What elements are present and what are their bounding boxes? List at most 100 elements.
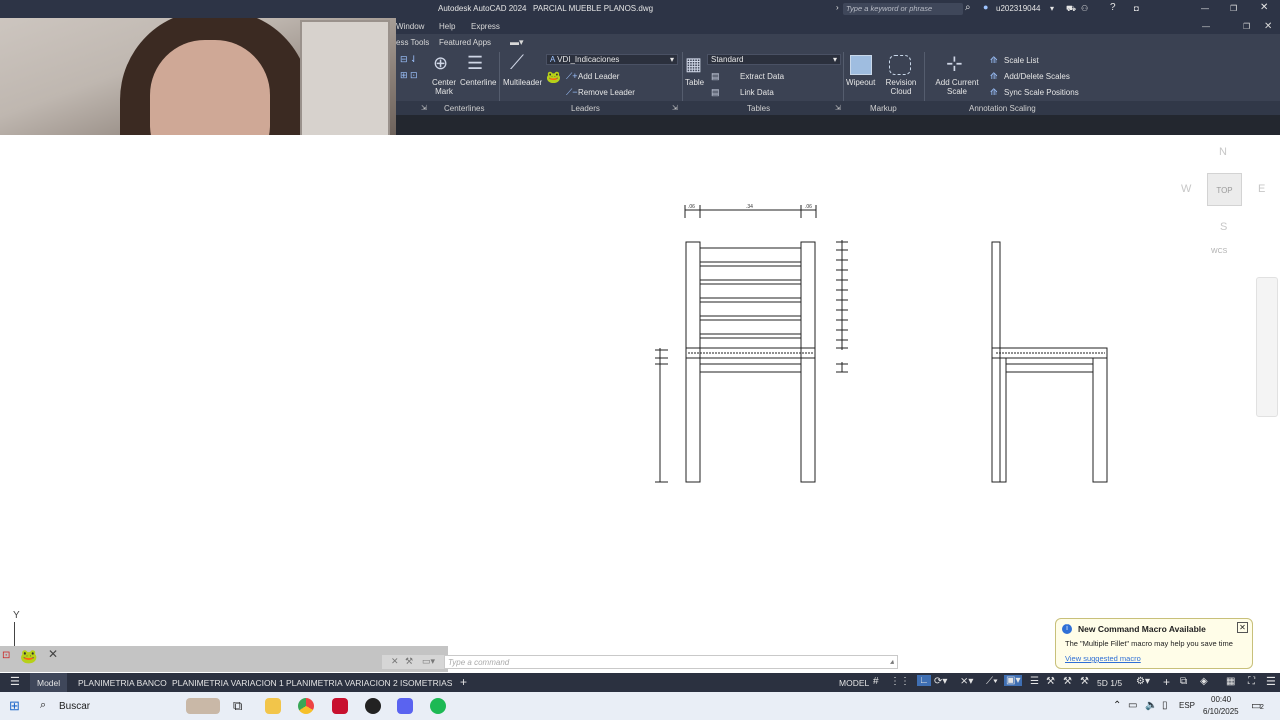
close-icon[interactable]: ✕ [391,656,399,667]
remove-leader-icon[interactable]: ⟋− [566,87,578,98]
tab-planimetria-banco[interactable]: PLANIMETRIA BANCO [78,678,167,688]
obs-icon[interactable] [365,698,381,714]
partial-tool-icon-2[interactable]: ⊞ ⊡ [400,70,418,81]
viewcube-north[interactable]: N [1219,146,1227,158]
link-data-icon[interactable]: ▤ [711,87,720,98]
center-mark-icon[interactable]: ⊕ [433,53,448,74]
task-view-icon[interactable]: ⧉ [233,698,242,714]
viewcube-south[interactable]: S [1220,221,1227,233]
chrome-icon[interactable] [298,698,314,714]
tab-featured-apps[interactable]: Featured Apps [439,38,491,47]
snap-icon[interactable]: ⋮⋮ [890,676,910,687]
menu-help[interactable]: Help [439,22,455,31]
doc-minimize-icon[interactable]: — [1202,22,1210,31]
tab-isometrias[interactable]: ISOMETRIAS [400,678,452,688]
add-scale-icon[interactable]: ⊹ [946,51,963,76]
drawing-canvas[interactable]: .06 .34 .06 N W E S TOP WCS Y [0,135,1280,675]
extract-data-icon[interactable]: ▤ [711,71,720,82]
close-icon[interactable]: ✕ [48,647,58,661]
chevron-down-icon[interactable]: ▾ [1050,4,1054,13]
wrench-icon[interactable]: ⚒ [405,656,413,667]
scale-list-button[interactable]: Scale List [1004,56,1039,65]
partial-tool-icon[interactable]: ⊟ ⇃ [400,54,418,65]
tab-express-tools[interactable]: ess Tools [396,38,429,47]
add-delete-scales-button[interactable]: Add/Delete Scales [1004,72,1070,81]
chat-icon[interactable]: ◘ [1134,4,1139,13]
remove-leader-button[interactable]: Remove Leader [578,88,635,97]
autocad-icon[interactable] [332,698,348,714]
add-layout-icon[interactable]: + [460,675,467,689]
add-leader-button[interactable]: Add Leader [578,72,619,81]
multileader-icon[interactable]: ⟋ [510,52,524,75]
clock-time[interactable]: 00:40 [1211,695,1231,704]
clock-date[interactable]: 6/10/2025 [1203,707,1239,716]
cart-icon[interactable]: ⛟ [1066,4,1076,14]
discord-icon[interactable] [397,698,413,714]
help-icon[interactable]: ? [1110,2,1116,13]
tab-model[interactable]: Model [30,673,68,692]
taskbar-search[interactable]: Buscar [59,701,90,712]
add-current-scale-button[interactable]: Add Current Scale [932,78,982,96]
notification-count[interactable]: 2 [1260,704,1264,711]
add-leader-icon[interactable]: ⟋+ [566,71,578,82]
clean-screen-icon[interactable]: ▦ [1226,676,1235,687]
selection-cycling-icon[interactable]: ▣▾ [1004,675,1023,686]
user-name[interactable]: u202319044 [996,4,1041,13]
wipeout-icon[interactable] [850,55,872,75]
wipeout-button[interactable]: Wipeout [846,78,875,87]
link-data-button[interactable]: Link Data [740,88,774,97]
annotation-visibility-icon[interactable]: ⚒ [1046,676,1055,687]
table-style-dropdown[interactable]: Standard ▾ [707,54,841,65]
wcs-menu[interactable]: WCS [1211,248,1227,255]
viewcube-face-top[interactable]: TOP [1207,173,1242,206]
recent-commands-icon[interactable]: ▭▾ [422,656,435,667]
doc-restore-icon[interactable]: ❐ [1243,22,1250,31]
hardware-acceleration-icon[interactable]: ◈ [1200,676,1208,687]
sync-scale-icon[interactable]: ⟰ [990,87,998,98]
volume-icon[interactable]: 🔈 [1145,700,1157,711]
tray-network-icon[interactable]: ▭ [1128,700,1137,711]
annotation-scale-value[interactable]: 5D 1/5 [1097,678,1122,688]
chevron-up-icon[interactable]: ▴ [890,657,894,666]
multileader-style-dropdown[interactable]: A VDI_Indicaciones ▾ [546,54,678,65]
viewcube-east[interactable]: E [1258,183,1265,195]
gear-icon[interactable]: ⚙▾ [1136,676,1150,687]
scale-list-icon[interactable]: ⟰ [990,55,998,66]
plus-icon[interactable]: + [1163,675,1170,689]
command-input[interactable]: Type a command ▴ [444,655,898,669]
revision-cloud-button[interactable]: Revision Cloud [884,78,918,96]
menu-icon[interactable]: ☰ [10,675,20,688]
user-icon[interactable]: ● [983,2,988,12]
add-delete-scales-icon[interactable]: ⟰ [990,71,998,82]
model-space-toggle[interactable]: MODEL [839,678,869,688]
leaders-expand-icon[interactable]: ⇲ [672,104,678,112]
auto-scale-icon[interactable]: ⚒ [1063,676,1072,687]
chevron-right-icon[interactable]: › [836,3,839,12]
polar-icon[interactable]: ⟳▾ [934,676,947,687]
center-mark-button[interactable]: Center Mark [432,78,456,96]
viewcube-west[interactable]: W [1181,183,1191,195]
doc-close-icon[interactable]: ✕ [1264,21,1272,32]
ortho-icon[interactable]: ∟ [917,675,931,686]
dynamic-ucs-icon[interactable]: ⟋▾ [986,676,998,687]
search-icon[interactable]: ⌕ [965,2,971,13]
panel-expand-icon[interactable]: ⇲ [421,104,427,112]
tab-planimetria-variacion-1[interactable]: PLANIMETRIA VARIACION 1 [172,678,284,688]
language-indicator[interactable]: ESP [1179,701,1195,710]
file-explorer-icon[interactable] [265,698,281,714]
table-icon[interactable]: ▦ [685,54,702,75]
view-suggested-macro-link[interactable]: View suggested macro [1065,654,1141,663]
customize-icon[interactable]: ☰ [1266,675,1276,688]
close-icon[interactable]: ✕ [1237,622,1248,633]
windows-start-icon[interactable]: ⊞ [9,698,20,714]
extract-data-button[interactable]: Extract Data [740,72,784,81]
grid-icon[interactable]: # [873,676,879,687]
menu-express[interactable]: Express [471,22,500,31]
revision-cloud-icon[interactable] [889,55,911,75]
minimize-icon[interactable]: — [1201,4,1209,13]
lineweight-icon[interactable]: ☰ [1030,676,1039,687]
spotify-icon[interactable] [430,698,446,714]
people-icon[interactable]: ⚇ [1081,4,1088,13]
tab-planimetria-variacion-2[interactable]: PLANIMETRIA VARIACION 2 [286,678,398,688]
search-icon[interactable]: ⌕ [40,699,46,712]
